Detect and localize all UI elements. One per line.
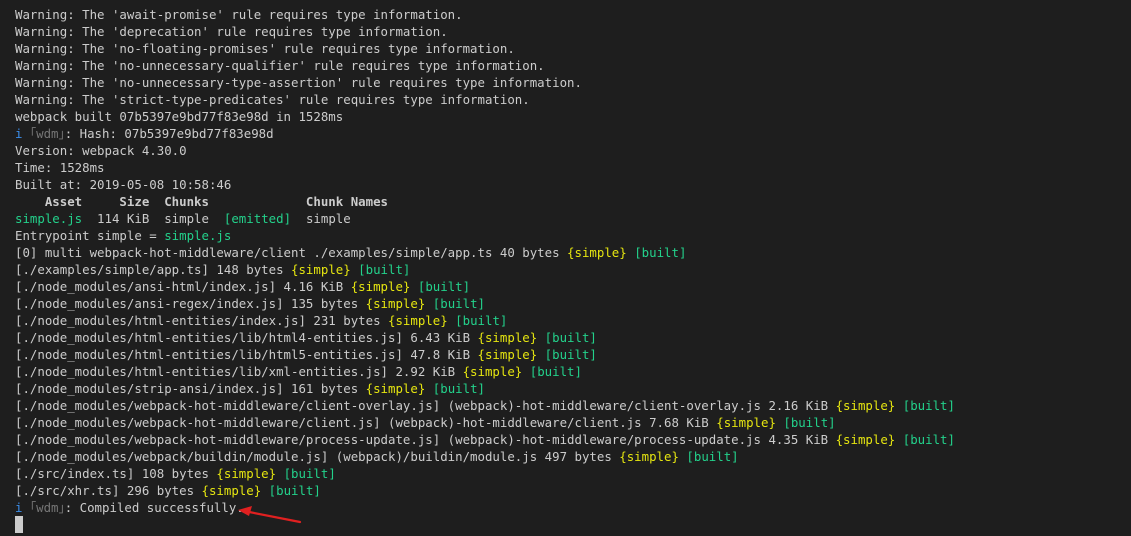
warning-line: Warning: The 'no-floating-promises' rule… — [15, 41, 515, 56]
module-status-badge: [built] — [358, 262, 411, 277]
module-chunk: {simple} — [350, 279, 411, 294]
module-chunk: {simple} — [388, 313, 448, 328]
entrypoint-file: simple.js — [164, 228, 232, 243]
module-path: [./node_modules/html-entities/lib/xml-en… — [15, 364, 463, 379]
module-row: [./node_modules/html-entities/lib/html4-… — [15, 329, 1131, 346]
module-status-badge: [built] — [544, 347, 597, 362]
terminal-cursor — [15, 516, 23, 533]
module-path: [./examples/simple/app.ts] 148 bytes — [15, 262, 292, 277]
module-row: [./examples/simple/app.ts] 148 bytes {si… — [15, 261, 1131, 278]
module-chunk: {simple} — [835, 432, 896, 447]
module-chunk: {simple} — [291, 262, 351, 277]
module-row: [./node_modules/html-entities/lib/xml-en… — [15, 363, 1131, 380]
module-path: [./src/xhr.ts] 296 bytes — [15, 483, 202, 498]
wdm-tag: ｢wdm｣ — [29, 500, 65, 515]
module-status-badge: [built] — [634, 245, 687, 260]
module-status-badge: [built] — [902, 398, 955, 413]
module-row: [./node_modules/ansi-html/index.js] 4.16… — [15, 278, 1131, 295]
module-chunk: {simple} — [365, 296, 426, 311]
module-path: [./node_modules/webpack-hot-middleware/p… — [15, 432, 836, 447]
asset-chunk-name: simple — [305, 211, 351, 226]
module-row: [./node_modules/webpack-hot-middleware/c… — [15, 397, 1131, 414]
module-path: [./node_modules/html-entities/lib/html5-… — [15, 347, 478, 362]
asset-size: 114 KiB — [82, 211, 165, 226]
module-status-badge: [built] — [686, 449, 739, 464]
asset-name: simple.js — [15, 211, 83, 226]
red-arrow-icon — [238, 506, 302, 524]
module-status-badge: [built] — [783, 415, 836, 430]
module-chunk: {simple} — [462, 364, 523, 379]
module-row: [./src/xhr.ts] 296 bytes {simple} [built… — [15, 482, 1131, 499]
module-row: [./node_modules/webpack/buildin/module.j… — [15, 448, 1131, 465]
entrypoint-line: Entrypoint simple = simple.js — [15, 227, 1131, 244]
module-row: [./node_modules/strip-ansi/index.js] 161… — [15, 380, 1131, 397]
warning-line: Warning: The 'strict-type-predicates' ru… — [15, 92, 530, 107]
version-line: Version: webpack 4.30.0 — [15, 143, 187, 158]
module-chunk: {simple} — [201, 483, 262, 498]
time-line: Time: 1528ms — [15, 160, 105, 175]
emitted-badge: [emitted] — [223, 211, 292, 226]
module-list: [0] multi webpack-hot-middleware/client … — [15, 244, 1131, 499]
module-row: [./node_modules/html-entities/lib/html5-… — [15, 346, 1131, 363]
module-chunk: {simple} — [477, 330, 538, 345]
info-icon: i — [15, 126, 23, 141]
built-at-line: Built at: 2019-05-08 10:58:46 — [15, 177, 232, 192]
info-icon: i — [15, 500, 23, 515]
module-status-badge: [built] — [902, 432, 955, 447]
hash-line: i ｢wdm｣: Hash: 07b5397e9bd77f83e98d — [15, 125, 1131, 142]
module-chunk: {simple} — [216, 466, 277, 481]
module-path: [0] multi webpack-hot-middleware/client … — [15, 245, 568, 260]
module-status-badge: [built] — [432, 296, 485, 311]
compiled-message: : Compiled successfully. — [64, 500, 244, 515]
module-chunk: {simple} — [716, 415, 776, 430]
module-row: [./src/index.ts] 108 bytes {simple} [bui… — [15, 465, 1131, 482]
module-row: [./node_modules/html-entities/index.js] … — [15, 312, 1131, 329]
webpack-built-line: webpack built 07b5397e9bd77f83e98d in 15… — [15, 109, 344, 124]
module-status-badge: [built] — [283, 466, 336, 481]
module-chunk: {simple} — [567, 245, 627, 260]
asset-table-row: simple.js 114 KiB simple [emitted] simpl… — [15, 210, 1131, 227]
module-status-badge: [built] — [268, 483, 321, 498]
module-path: [./node_modules/webpack-hot-middleware/c… — [15, 415, 717, 430]
entrypoint-label: Entrypoint simple = — [15, 228, 165, 243]
module-path: [./src/index.ts] 108 bytes — [15, 466, 217, 481]
wdm-tag: ｢wdm｣ — [29, 126, 65, 141]
module-status-badge: [built] — [544, 330, 597, 345]
module-row: [./node_modules/ansi-regex/index.js] 135… — [15, 295, 1131, 312]
module-status-badge: [built] — [455, 313, 508, 328]
module-row: [0] multi webpack-hot-middleware/client … — [15, 244, 1131, 261]
module-path: [./node_modules/ansi-html/index.js] 4.16… — [15, 279, 351, 294]
module-path: [./node_modules/ansi-regex/index.js] 135… — [15, 296, 366, 311]
warning-line: Warning: The 'no-unnecessary-type-assert… — [15, 75, 582, 90]
module-chunk: {simple} — [835, 398, 896, 413]
module-row: [./node_modules/webpack-hot-middleware/p… — [15, 431, 1131, 448]
module-chunk: {simple} — [477, 347, 538, 362]
module-path: [./node_modules/strip-ansi/index.js] 161… — [15, 381, 366, 396]
asset-chunks: simple — [164, 211, 209, 226]
module-path: [./node_modules/html-entities/lib/html4-… — [15, 330, 478, 345]
hash-text: : Hash: 07b5397e9bd77f83e98d — [64, 126, 274, 141]
module-path: [./node_modules/html-entities/index.js] … — [15, 313, 388, 328]
module-row: [./node_modules/webpack-hot-middleware/c… — [15, 414, 1131, 431]
compiled-line: i ｢wdm｣: Compiled successfully. — [15, 499, 1131, 516]
warning-line: Warning: The 'no-unnecessary-qualifier' … — [15, 58, 545, 73]
terminal-window[interactable]: Warning: The 'await-promise' rule requir… — [0, 0, 1131, 536]
asset-table-header: Asset Size Chunks Chunk Names — [15, 194, 388, 209]
module-chunk: {simple} — [365, 381, 426, 396]
prompt-line[interactable] — [15, 516, 1131, 533]
warning-line: Warning: The 'deprecation' rule requires… — [15, 24, 448, 39]
module-status-badge: [built] — [417, 279, 471, 294]
module-status-badge: [built] — [529, 364, 582, 379]
module-chunk: {simple} — [619, 449, 679, 464]
module-path: [./node_modules/webpack-hot-middleware/c… — [15, 398, 836, 413]
module-path: [./node_modules/webpack/buildin/module.j… — [15, 449, 620, 464]
module-status-badge: [built] — [432, 381, 485, 396]
warning-line: Warning: The 'await-promise' rule requir… — [15, 7, 463, 22]
